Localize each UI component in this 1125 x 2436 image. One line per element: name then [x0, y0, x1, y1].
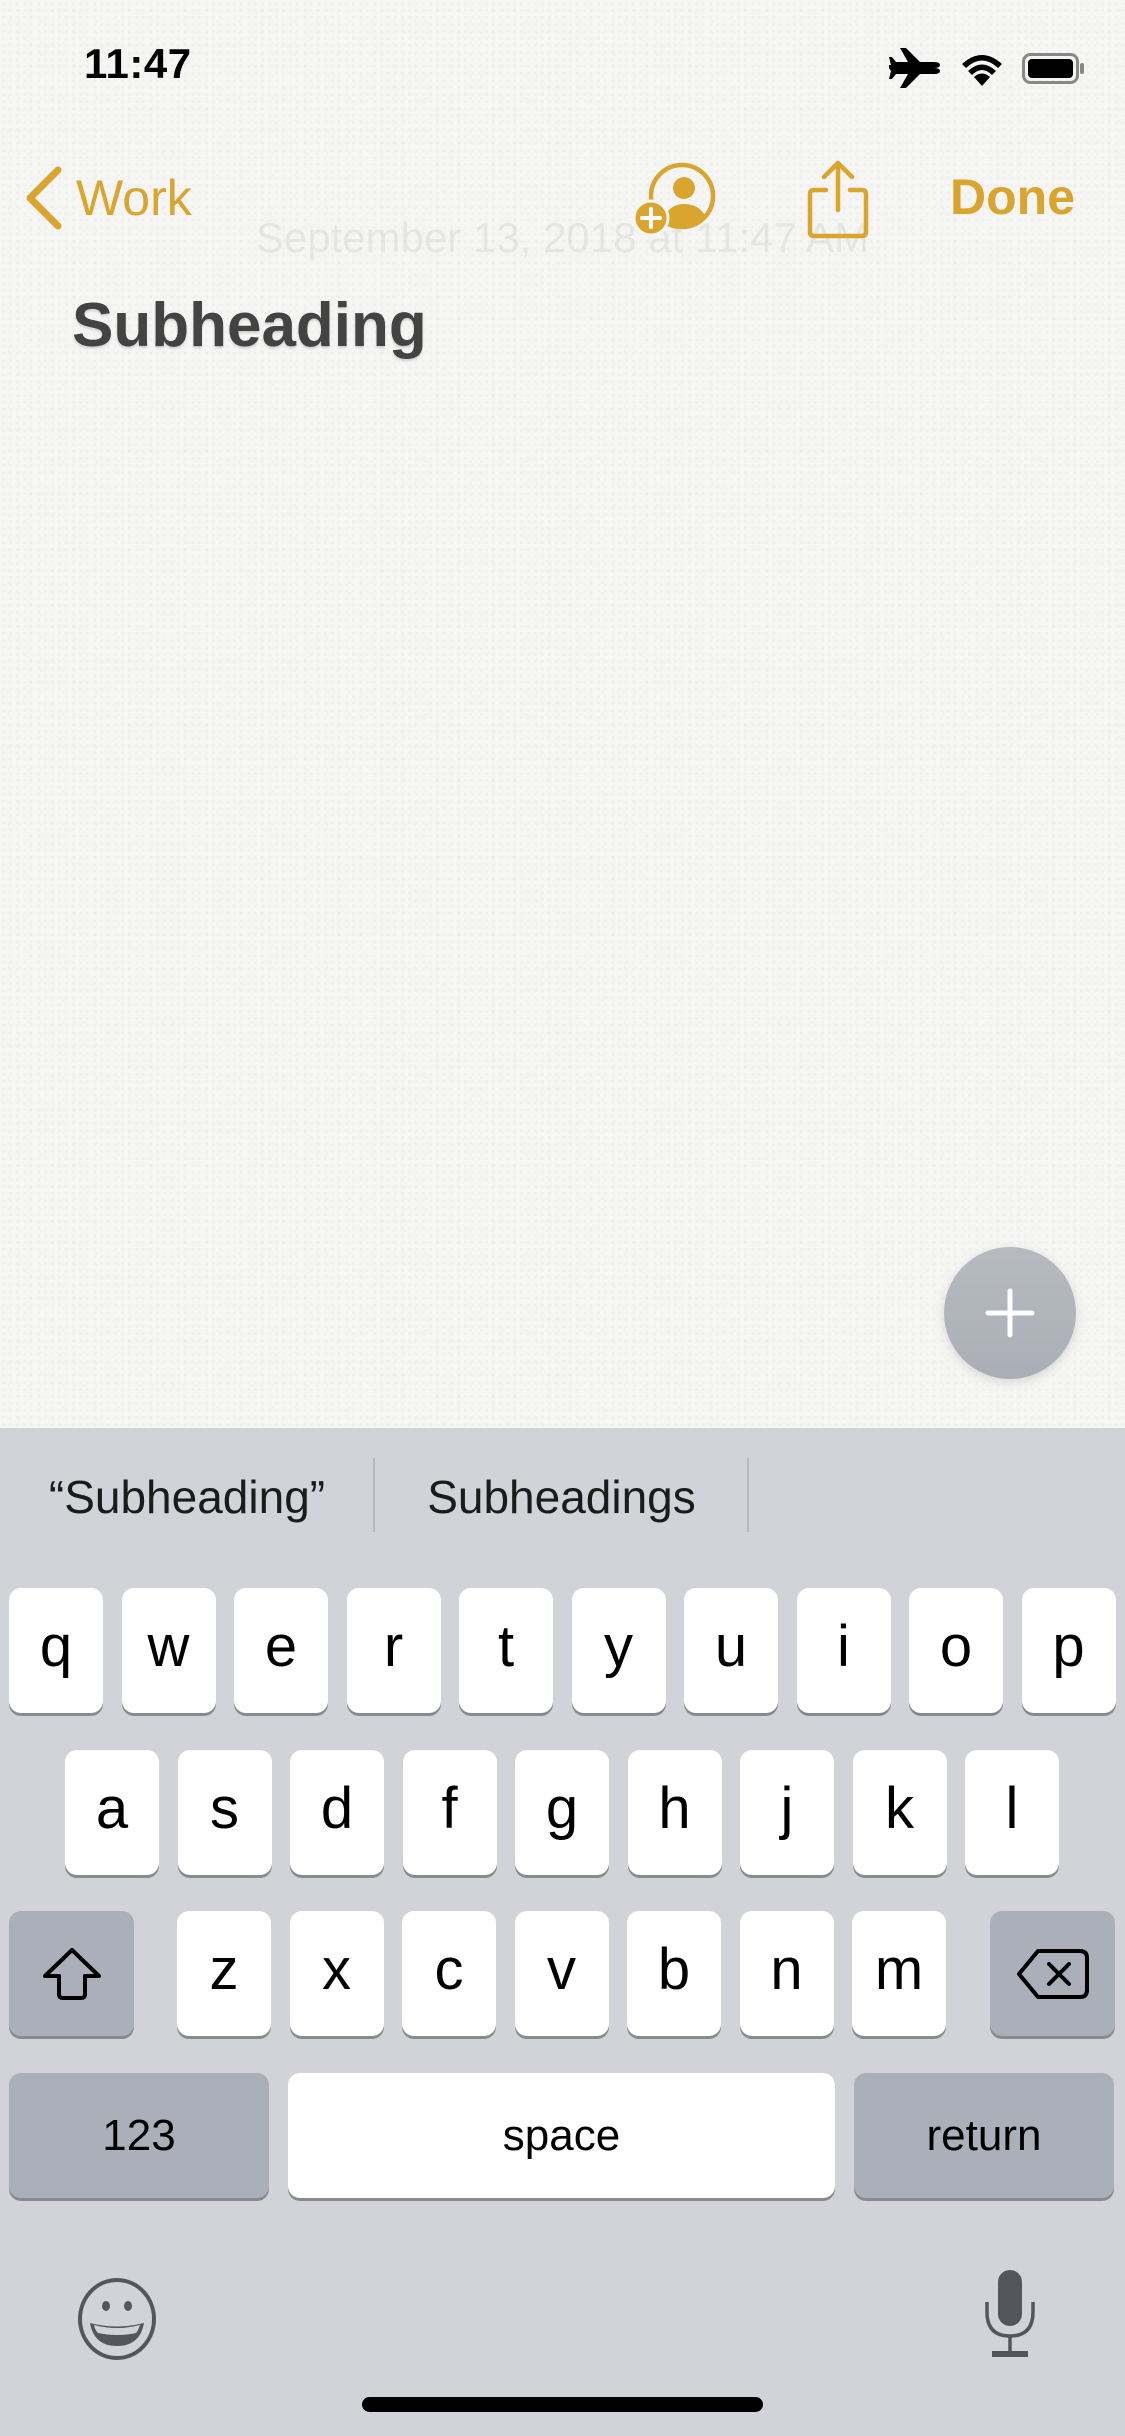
key-g[interactable]: g [515, 1750, 609, 1875]
add-people-button[interactable] [632, 160, 724, 240]
key-v[interactable]: v [514, 1911, 609, 2036]
key-j[interactable]: j [740, 1750, 834, 1875]
numbers-key-label: 123 [102, 2110, 176, 2160]
return-key-label: return [926, 2110, 1042, 2160]
key-label: o [939, 1614, 973, 1679]
shift-icon [42, 1947, 101, 2000]
key-f[interactable]: f [402, 1750, 497, 1875]
share-button[interactable] [804, 160, 872, 240]
key-w[interactable]: w [121, 1588, 216, 1713]
key-label: k [885, 1776, 914, 1841]
dictation-button[interactable] [984, 2268, 1036, 2360]
key-label: r [383, 1614, 404, 1679]
return-key[interactable]: return [854, 2073, 1114, 2198]
key-label: m [874, 1937, 924, 2002]
key-label: e [264, 1614, 298, 1679]
share-icon [807, 160, 869, 239]
key-h[interactable]: h [627, 1750, 722, 1875]
plus-icon [985, 1288, 1035, 1338]
key-label: v [547, 1937, 576, 2002]
delete-key[interactable] [990, 1911, 1115, 2036]
key-l[interactable]: l [965, 1750, 1059, 1875]
delete-backward-icon [1016, 1948, 1089, 1999]
key-label: f [441, 1776, 458, 1841]
suggestion-3[interactable] [749, 1464, 1125, 1530]
key-label: p [1052, 1614, 1085, 1679]
wifi-icon [962, 55, 1002, 86]
key-label: c [434, 1937, 464, 2002]
key-label: h [658, 1776, 691, 1841]
key-s[interactable]: s [177, 1750, 272, 1875]
key-label: z [209, 1937, 239, 2002]
key-label: x [322, 1937, 351, 2002]
key-label: l [1005, 1776, 1019, 1841]
key-label: w [147, 1614, 190, 1679]
key-q[interactable]: q [9, 1588, 103, 1713]
key-a[interactable]: a [65, 1750, 159, 1875]
microphone-icon [985, 2270, 1035, 2357]
suggestion-1[interactable]: “Subheading” [0, 1464, 374, 1530]
key-e[interactable]: e [234, 1588, 328, 1713]
key-u[interactable]: u [684, 1588, 778, 1713]
key-label: i [837, 1614, 850, 1679]
key-k[interactable]: k [852, 1750, 947, 1875]
key-n[interactable]: n [739, 1911, 834, 2036]
numbers-key[interactable]: 123 [9, 2073, 269, 2198]
key-label: n [770, 1937, 803, 2002]
key-r[interactable]: r [346, 1588, 441, 1713]
key-b[interactable]: b [627, 1911, 721, 2036]
key-y[interactable]: y [571, 1588, 666, 1713]
suggestion-2[interactable]: Subheadings [375, 1464, 748, 1530]
note-subheading[interactable]: Subheading [72, 290, 427, 361]
battery-icon [1022, 53, 1084, 84]
key-z[interactable]: z [177, 1911, 271, 2036]
add-person-icon [632, 162, 716, 237]
key-c[interactable]: c [402, 1911, 496, 2036]
space-key-label: space [502, 2110, 621, 2160]
status-icons [886, 48, 1086, 88]
key-label: t [497, 1614, 515, 1679]
key-d[interactable]: d [290, 1750, 384, 1875]
key-label: u [714, 1614, 748, 1679]
airplane-mode-icon [889, 48, 940, 88]
key-t[interactable]: t [459, 1588, 553, 1713]
emoji-button[interactable] [76, 2278, 158, 2360]
done-button[interactable]: Done [950, 168, 1075, 226]
shift-key[interactable] [9, 1911, 134, 2036]
key-label: y [604, 1614, 633, 1679]
key-label: j [780, 1776, 794, 1841]
add-attachment-button[interactable] [944, 1247, 1076, 1379]
key-p[interactable]: p [1021, 1588, 1116, 1713]
key-label: s [210, 1776, 239, 1841]
key-o[interactable]: o [909, 1588, 1003, 1713]
key-i[interactable]: i [796, 1588, 891, 1713]
key-label: b [657, 1937, 691, 2002]
key-x[interactable]: x [289, 1911, 384, 2036]
status-time: 11:47 [84, 40, 192, 87]
key-m[interactable]: m [852, 1911, 946, 2036]
key-label: g [545, 1776, 579, 1841]
key-label: a [95, 1776, 129, 1841]
space-key[interactable]: space [288, 2073, 835, 2198]
emoji-icon [78, 2278, 156, 2360]
key-label: d [320, 1776, 354, 1841]
home-indicator[interactable] [362, 2397, 763, 2412]
key-label: q [39, 1614, 73, 1679]
